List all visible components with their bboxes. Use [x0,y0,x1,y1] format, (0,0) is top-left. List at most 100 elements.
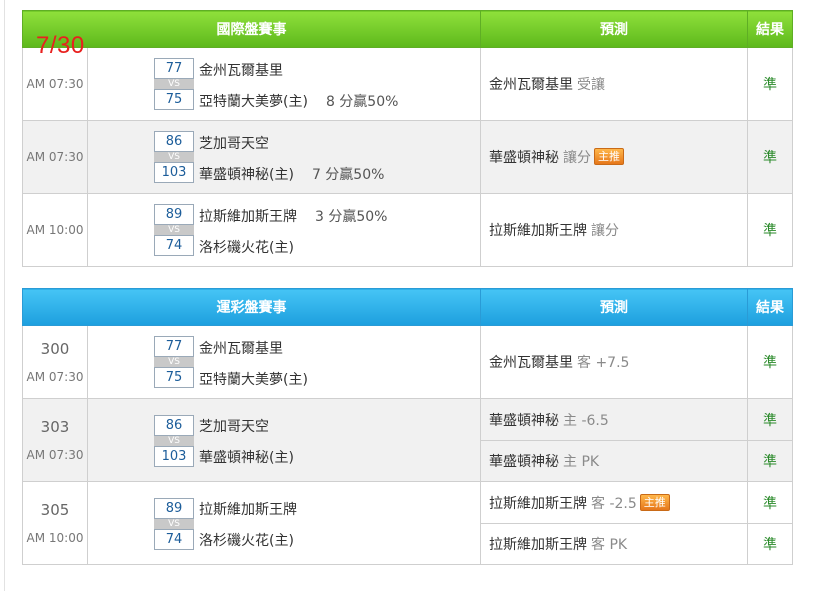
result-cell: 準 [747,440,793,482]
intl-header-row: 國際盤賽事 預測 結果 [22,10,793,48]
vs-label: VS [154,519,194,529]
game-time: AM 10:00 [22,193,88,267]
away-team-name: 拉斯維加斯王牌 [199,209,297,225]
away-team[interactable]: 拉斯維加斯王牌 [199,499,297,519]
home-team-name: 亞特蘭大美夢(主) [199,94,308,110]
away-team[interactable]: 芝加哥天空 [199,133,269,153]
result-cell: 準 [747,523,793,565]
score-stack: 77 VS 75 [154,58,194,110]
pred-type: 客 +7.5 [577,355,630,371]
away-team[interactable]: 拉斯維加斯王牌 3 分贏50% [199,206,387,226]
away-score: 89 [154,498,194,519]
prediction-cell: 拉斯維加斯王牌客 -2.5 主推 [480,481,748,524]
home-team[interactable]: 華盛頓神秘(主) 7 分贏50% [199,164,384,184]
game-number: 303 [40,418,70,436]
away-score: 86 [154,131,194,152]
pred-team: 金州瓦爾基里 [489,355,573,371]
away-team[interactable]: 金州瓦爾基里 [199,60,283,80]
featured-badge: 主推 [639,493,670,511]
home-team[interactable]: 洛杉磯火花(主) [199,237,294,257]
result-cell: 準 [747,481,793,524]
result-cell: 準 [747,47,793,121]
score-stack: 89 VS 74 [154,204,194,256]
game-number: 300 [40,340,70,358]
lottery-game-row: 300 AM 07:30 77 VS 75 金州瓦爾基里 亞特蘭大美夢(主) 金州… [22,325,793,399]
vs-label: VS [154,152,194,162]
away-score: 77 [154,336,194,357]
prediction-cell: 拉斯維加斯王牌客 PK [480,523,748,565]
away-team[interactable]: 芝加哥天空 [199,416,269,436]
vs-label: VS [154,225,194,235]
date-label: 7/30 [36,32,85,59]
pred-team: 華盛頓神秘 [489,412,559,429]
home-team[interactable]: 洛杉磯火花(主) [199,530,294,550]
away-team-name: 金州瓦爾基里 [199,63,283,79]
pred-team: 華盛頓神秘 [489,454,559,470]
prediction-cell: 華盛頓神秘 讓分 主推 [480,120,748,194]
intl-games-table: 國際盤賽事 預測 結果 AM 07:30 77 VS 75 金州瓦爾基里 亞特蘭… [22,10,793,267]
pred-team: 華盛頓神秘 [489,150,559,166]
lottery-game-row: 303 AM 07:30 86 VS 103 芝加哥天空 華盛頓神秘(主) 華盛頓… [22,398,793,482]
pred-type: 客 -2.5 [591,495,637,512]
game-time: AM 07:30 [22,120,88,194]
pred-type: 讓分 [563,150,591,166]
intl-game-row: AM 07:30 86 VS 103 芝加哥天空 華盛頓神秘(主) 7 分贏50%… [22,120,793,194]
away-score: 77 [154,58,194,79]
lottery-games-table: 運彩盤賽事 預測 結果 300 AM 07:30 77 VS 75 金州瓦爾基里 … [22,288,793,565]
match-cell: 89 VS 74 拉斯維加斯王牌 洛杉磯火花(主) [87,481,481,565]
vs-label: VS [154,436,194,446]
featured-badge: 主推 [594,148,624,165]
match-cell: 77 VS 75 金州瓦爾基里 亞特蘭大美夢(主) 8 分贏50% [87,47,481,121]
pred-type: 主 -6.5 [563,412,609,429]
home-score: 103 [154,446,194,467]
pred-team: 金州瓦爾基里 [489,77,573,93]
lottery-header-pred: 預測 [480,288,748,326]
pred-type: 主 PK [563,454,600,470]
score-stack: 86 VS 103 [154,131,194,183]
home-score: 75 [154,367,194,388]
home-score: 74 [154,235,194,256]
vs-label: VS [154,79,194,89]
home-team-name: 洛杉磯火花(主) [199,240,294,256]
result-cell: 準 [747,120,793,194]
prediction-cell: 拉斯維加斯王牌 讓分 [480,193,748,267]
game-time-cell: 305 AM 10:00 [22,481,88,565]
handicap-note: 7 分贏50% [311,167,385,183]
lottery-header-row: 運彩盤賽事 預測 結果 [22,288,793,326]
lottery-header-title: 運彩盤賽事 [22,288,481,326]
pred-type: 受讓 [577,77,605,93]
prediction-cell: 金州瓦爾基里客 +7.5 [480,325,748,399]
away-score: 86 [154,415,194,436]
away-team[interactable]: 金州瓦爾基里 [199,338,283,358]
lottery-header-result: 結果 [747,288,793,326]
game-number: 305 [40,501,70,519]
intl-header-result: 結果 [747,10,793,48]
pred-team: 拉斯維加斯王牌 [489,223,587,239]
score-stack: 86 VS 103 [154,415,194,467]
home-team[interactable]: 亞特蘭大美夢(主) [199,369,308,389]
match-cell: 86 VS 103 芝加哥天空 華盛頓神秘(主) [87,398,481,482]
result-cell: 準 [747,325,793,399]
pred-type: 客 PK [591,537,628,553]
home-team[interactable]: 亞特蘭大美夢(主) 8 分贏50% [199,91,398,111]
away-score: 89 [154,204,194,225]
home-team-name: 華盛頓神秘(主) [199,167,294,183]
home-team[interactable]: 華盛頓神秘(主) [199,447,294,467]
score-stack: 89 VS 74 [154,498,194,550]
match-cell: 86 VS 103 芝加哥天空 華盛頓神秘(主) 7 分贏50% [87,120,481,194]
game-time: AM 10:00 [26,531,84,545]
game-time-cell: 300 AM 07:30 [22,325,88,399]
away-team-name: 芝加哥天空 [199,136,269,152]
game-time: AM 07:30 [26,448,84,462]
vs-label: VS [154,357,194,367]
intl-header-pred: 預測 [480,10,748,48]
intl-game-row: AM 10:00 89 VS 74 拉斯維加斯王牌 3 分贏50% 洛杉磯火花(主… [22,193,793,267]
result-cell: 準 [747,193,793,267]
result-cell: 準 [747,398,793,441]
game-time-cell: 303 AM 07:30 [22,398,88,482]
score-stack: 77 VS 75 [154,336,194,388]
home-score: 75 [154,89,194,110]
match-cell: 77 VS 75 金州瓦爾基里 亞特蘭大美夢(主) [87,325,481,399]
prediction-cell: 華盛頓神秘主 PK [480,440,748,482]
page-border [4,0,5,591]
